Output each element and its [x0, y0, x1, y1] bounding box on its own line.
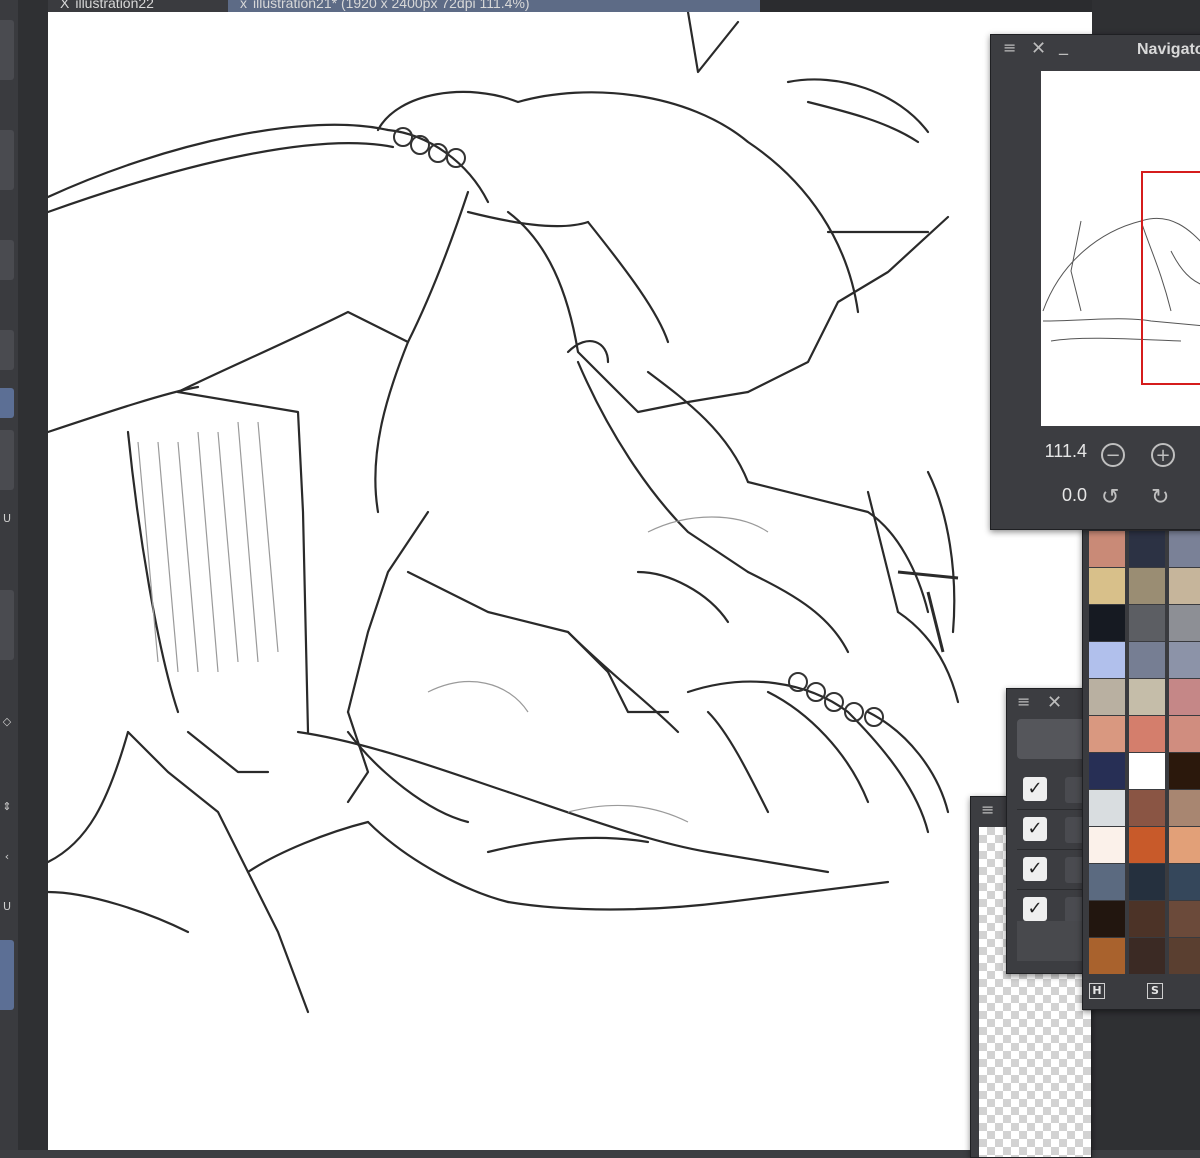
layer-blend-control[interactable] — [1017, 719, 1087, 759]
layer-visibility-checkbox[interactable]: ✓ — [1023, 817, 1047, 841]
tab-illustration22[interactable]: Xillustration22 — [48, 0, 230, 12]
color-swatch[interactable] — [1089, 790, 1125, 826]
left-divider — [18, 0, 48, 1150]
color-swatch[interactable] — [1129, 568, 1165, 604]
tab-close-icon[interactable]: X — [60, 0, 69, 11]
tool-glyph: U — [2, 512, 12, 525]
menu-icon[interactable]: ≡ — [981, 800, 994, 819]
rotate-cw-icon[interactable]: ↻ — [1151, 485, 1169, 510]
chevron-up-down-icon[interactable]: ⇕ — [0, 800, 14, 813]
tool-slot[interactable] — [0, 240, 14, 280]
color-swatch[interactable] — [1089, 938, 1125, 974]
tool-slot[interactable] — [0, 430, 14, 490]
panel-header: ≡ ✕ _ Navigator — [991, 35, 1200, 61]
color-swatch[interactable] — [1169, 790, 1200, 826]
viewport-frame[interactable] — [1141, 171, 1200, 385]
tool-slot[interactable] — [0, 130, 14, 190]
left-tool-strip: U ◇ ⇕ ‹ U — [0, 0, 19, 1150]
color-swatch[interactable] — [1169, 568, 1200, 604]
hue-button[interactable]: H — [1089, 983, 1105, 999]
color-swatch[interactable] — [1169, 827, 1200, 863]
color-swatch[interactable] — [1169, 679, 1200, 715]
color-set-panel: H S — [1082, 528, 1200, 1010]
color-swatch[interactable] — [1169, 864, 1200, 900]
color-swatch[interactable] — [1169, 938, 1200, 974]
navigator-panel: ≡ ✕ _ Navigator 111.4 − + 0.0 ↺ ↻ — [990, 34, 1200, 530]
rotation-value[interactable]: 0.0 — [1027, 485, 1087, 506]
tab-close-icon[interactable]: x — [240, 0, 247, 11]
tool-slot-active[interactable] — [0, 940, 14, 1010]
color-swatch[interactable] — [1089, 716, 1125, 752]
color-swatch[interactable] — [1089, 864, 1125, 900]
color-swatch[interactable] — [1089, 753, 1125, 789]
close-icon[interactable]: ✕ — [1031, 38, 1046, 59]
color-swatch[interactable] — [1169, 716, 1200, 752]
color-swatch[interactable] — [1169, 901, 1200, 937]
color-swatch[interactable] — [1129, 716, 1165, 752]
color-swatch[interactable] — [1129, 605, 1165, 641]
tool-glyph: ◇ — [2, 715, 12, 728]
panel-title: Navigator — [1137, 41, 1200, 58]
tool-glyph: U — [2, 900, 12, 913]
navigator-preview[interactable] — [1041, 71, 1200, 426]
color-swatch[interactable] — [1169, 753, 1200, 789]
color-swatch[interactable] — [1129, 864, 1165, 900]
color-swatch[interactable] — [1129, 642, 1165, 678]
close-icon[interactable]: ✕ — [1047, 692, 1062, 713]
color-swatch[interactable] — [1089, 827, 1125, 863]
color-swatch[interactable] — [1129, 753, 1165, 789]
color-swatch[interactable] — [1129, 679, 1165, 715]
color-swatch[interactable] — [1089, 901, 1125, 937]
zoom-in-icon[interactable]: + — [1151, 443, 1175, 467]
rotate-ccw-icon[interactable]: ↺ — [1101, 485, 1119, 510]
color-swatch[interactable] — [1129, 531, 1165, 567]
color-swatch[interactable] — [1129, 827, 1165, 863]
palette-footer: H S — [1083, 979, 1200, 1003]
color-swatch[interactable] — [1089, 679, 1125, 715]
menu-icon[interactable]: ≡ — [1003, 38, 1016, 57]
pencil-sketch — [48, 12, 960, 1014]
tool-slot-active[interactable] — [0, 388, 14, 418]
color-swatch[interactable] — [1089, 642, 1125, 678]
menu-icon[interactable]: ≡ — [1017, 692, 1030, 711]
color-swatch[interactable] — [1169, 642, 1200, 678]
zoom-out-icon[interactable]: − — [1101, 443, 1125, 467]
saturation-button[interactable]: S — [1147, 983, 1163, 999]
tool-slot[interactable] — [0, 330, 14, 370]
color-swatch[interactable] — [1129, 901, 1165, 937]
minimize-icon[interactable]: _ — [1059, 35, 1068, 56]
tool-slot[interactable] — [0, 20, 14, 80]
color-swatch[interactable] — [1129, 938, 1165, 974]
tool-slot[interactable] — [0, 590, 14, 660]
color-swatch[interactable] — [1089, 568, 1125, 604]
tab-label: illustration22 — [75, 0, 154, 11]
color-swatch[interactable] — [1089, 531, 1125, 567]
drawing-canvas[interactable] — [48, 12, 1092, 1150]
color-swatch[interactable] — [1169, 531, 1200, 567]
tab-label: illustration21* (1920 x 2400px 72dpi 111… — [253, 0, 530, 11]
layer-visibility-checkbox[interactable]: ✓ — [1023, 777, 1047, 801]
zoom-value[interactable]: 111.4 — [1027, 441, 1087, 462]
color-swatch[interactable] — [1129, 790, 1165, 826]
color-swatch[interactable] — [1089, 605, 1125, 641]
tab-illustration21[interactable]: x illustration21* (1920 x 2400px 72dpi 11… — [228, 0, 760, 12]
document-tab-bar: Xillustration22 x illustration21* (1920 x… — [48, 0, 1092, 12]
layer-visibility-checkbox[interactable]: ✓ — [1023, 897, 1047, 921]
chevron-icon[interactable]: ‹ — [0, 850, 14, 863]
layer-visibility-checkbox[interactable]: ✓ — [1023, 857, 1047, 881]
color-swatch[interactable] — [1169, 605, 1200, 641]
